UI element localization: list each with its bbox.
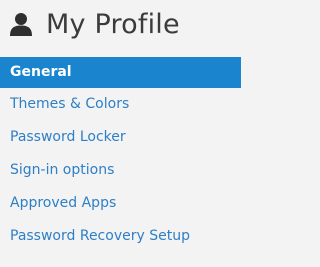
page-title: My Profile	[46, 8, 180, 40]
user-icon	[8, 11, 34, 37]
nav-item-general[interactable]: General	[0, 57, 241, 88]
nav-item-password-recovery-setup[interactable]: Password Recovery Setup	[0, 220, 241, 253]
nav-item-themes-colors[interactable]: Themes & Colors	[0, 88, 241, 121]
profile-header: My Profile	[8, 0, 180, 48]
nav-item-sign-in-options[interactable]: Sign-in options	[0, 154, 241, 187]
nav-item-password-locker[interactable]: Password Locker	[0, 121, 241, 154]
nav-item-approved-apps[interactable]: Approved Apps	[0, 187, 241, 220]
profile-nav: General Themes & Colors Password Locker …	[0, 57, 241, 253]
